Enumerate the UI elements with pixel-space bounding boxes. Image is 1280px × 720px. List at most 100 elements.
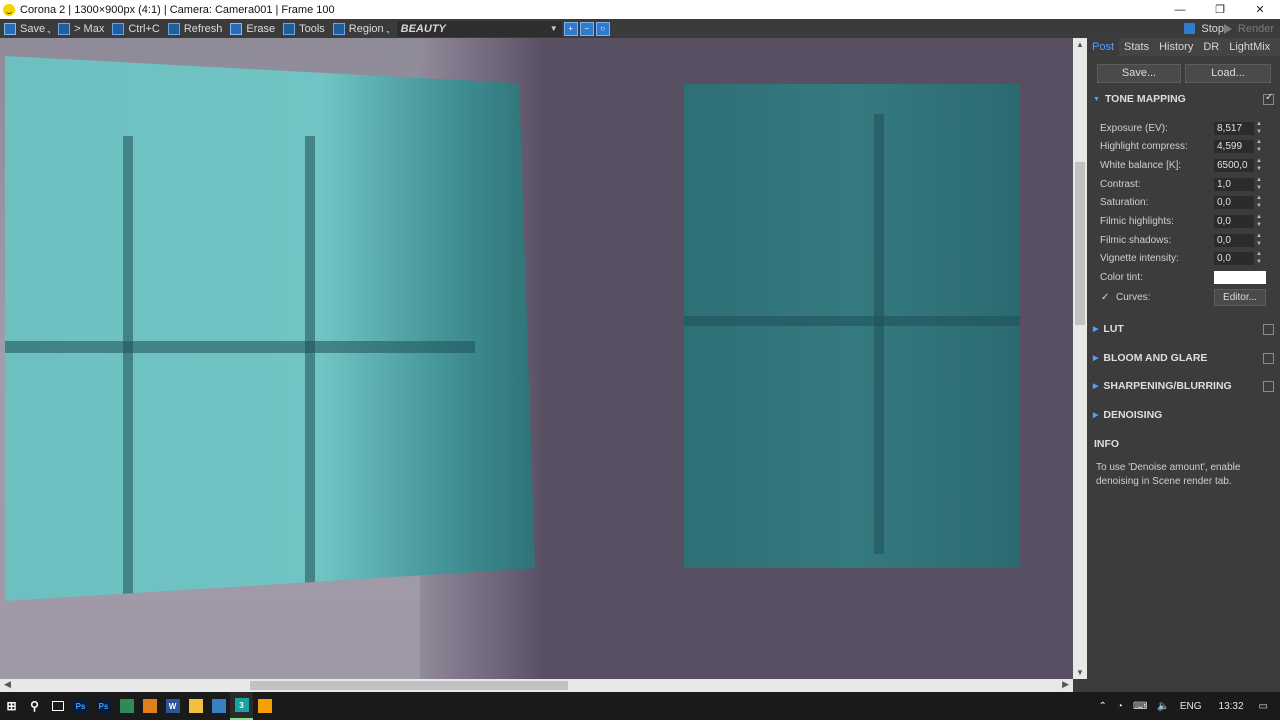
spinner-icon[interactable]: ▲ ▼	[1256, 157, 1262, 173]
spinner-icon[interactable]: ▲ ▼	[1256, 213, 1262, 229]
scroll-left-icon[interactable]: ◀	[4, 679, 11, 690]
window-title: Corona 2 | 1300×900px (4:1) | Camera: Ca…	[20, 3, 335, 16]
corona-icon[interactable]	[253, 692, 276, 720]
sharpening-header[interactable]: ▶ SHARPENING/BLURRING	[1093, 379, 1274, 393]
refresh-button[interactable]: Refresh	[164, 19, 227, 38]
minimize-button[interactable]: —	[1160, 0, 1200, 19]
horizontal-scroll-thumb[interactable]	[250, 681, 568, 690]
photoshop-icon[interactable]: Ps	[69, 692, 92, 720]
tools-button[interactable]: Tools	[279, 19, 329, 38]
render-pass-select[interactable]: BEAUTY ▼	[396, 20, 562, 37]
post-panel: Post Stats History DR LightMix Save... L…	[1087, 38, 1280, 692]
copy-button[interactable]: Ctrl+C	[108, 19, 163, 38]
spinner-icon[interactable]: ▲ ▼	[1256, 250, 1262, 266]
load-settings-button[interactable]: Load...	[1185, 64, 1271, 83]
tab-dr[interactable]: DR	[1198, 38, 1224, 56]
info-text: To use 'Denoise amount', enable denoisin…	[1096, 462, 1241, 487]
mullion	[5, 341, 475, 353]
tab-lightmix[interactable]: LightMix	[1224, 38, 1275, 56]
mullion	[684, 316, 1020, 326]
stop-button[interactable]: Stop	[1184, 19, 1224, 38]
contrast-field[interactable]: 1,0	[1214, 178, 1254, 191]
window-controls: — ❐ ✕	[1160, 0, 1280, 19]
volume-icon[interactable]: 🔈	[1157, 701, 1169, 712]
vignette-field[interactable]: 0,0	[1214, 252, 1254, 265]
task-view-icon[interactable]	[46, 692, 69, 720]
zoom-out-icon[interactable]: −	[579, 21, 594, 36]
horizontal-scrollbar[interactable]: ◀ ▶	[0, 679, 1073, 692]
bloom-glare-checkbox[interactable]	[1263, 352, 1274, 364]
start-button[interactable]: ⊞	[0, 692, 23, 720]
copy-icon	[112, 22, 125, 35]
vfb-toolbar: Save > Max Ctrl+C Refresh Erase Tools Re…	[0, 19, 1280, 38]
zoom-in-icon[interactable]: +	[563, 21, 578, 36]
app-blue-icon[interactable]	[207, 692, 230, 720]
word-icon[interactable]: W	[161, 692, 184, 720]
vertical-scroll-thumb[interactable]	[1075, 162, 1085, 325]
filmic-highlights-field[interactable]: 0,0	[1214, 215, 1254, 228]
color-tint-swatch[interactable]	[1214, 271, 1266, 284]
spinner-icon[interactable]: ▲ ▼	[1256, 176, 1262, 192]
erase-button[interactable]: Erase	[226, 19, 279, 38]
language-indicator[interactable]: ENG	[1180, 701, 1202, 712]
keyboard-icon[interactable]: ⌨	[1133, 701, 1147, 712]
vertical-scrollbar[interactable]: ▲ ▼	[1073, 38, 1087, 679]
filmic-shadows-field[interactable]: 0,0	[1214, 234, 1254, 247]
scroll-up-icon[interactable]: ▲	[1076, 40, 1084, 49]
save-button[interactable]: Save	[0, 19, 54, 38]
max-button[interactable]: > Max	[54, 19, 108, 38]
image-viewer-icon[interactable]	[115, 692, 138, 720]
3dsmax-icon[interactable]: 3	[230, 692, 253, 720]
white-balance-row: White balance [K]: 6500,0 ▲ ▼	[1100, 157, 1262, 173]
max-icon	[58, 22, 71, 35]
search-icon[interactable]: ⚲	[23, 692, 46, 720]
photoshop-icon-2[interactable]: Ps	[92, 692, 115, 720]
bloom-glare-header[interactable]: ▶ BLOOM AND GLARE	[1093, 351, 1274, 365]
tab-history[interactable]: History	[1154, 38, 1198, 56]
render-button[interactable]: Render	[1223, 19, 1274, 38]
spinner-icon[interactable]: ▲ ▼	[1256, 138, 1262, 154]
zoom-fit-icon[interactable]: ○	[595, 21, 610, 36]
scroll-down-icon[interactable]: ▼	[1076, 668, 1084, 677]
expand-triangle-icon: ▶	[1093, 383, 1099, 390]
denoising-header[interactable]: ▶ DENOISING	[1093, 408, 1274, 422]
tone-mapping-checkbox[interactable]	[1263, 92, 1274, 105]
expand-triangle-icon: ▶	[1093, 412, 1099, 419]
filmic-highlights-row: Filmic highlights: 0,0 ▲ ▼	[1100, 213, 1262, 229]
saturation-field[interactable]: 0,0	[1214, 196, 1254, 209]
tab-stats[interactable]: Stats	[1119, 38, 1154, 56]
curves-checkbox[interactable]: ✓	[1101, 292, 1111, 303]
spinner-icon[interactable]: ▲ ▼	[1256, 194, 1262, 210]
tab-post[interactable]: Post	[1087, 38, 1120, 56]
tools-icon	[283, 22, 296, 35]
spinner-icon[interactable]: ▲ ▼	[1256, 232, 1262, 248]
exposure-field[interactable]: 8,517	[1214, 122, 1254, 135]
save-settings-button[interactable]: Save...	[1097, 64, 1181, 83]
network-icon[interactable]: ◔	[1117, 701, 1123, 712]
app-orange-icon[interactable]	[138, 692, 161, 720]
notifications-icon[interactable]: ▭	[1259, 701, 1268, 712]
maximize-button[interactable]: ❐	[1200, 0, 1240, 19]
curves-editor-button[interactable]: Editor...	[1214, 289, 1266, 306]
spinner-icon[interactable]: ▲ ▼	[1256, 120, 1262, 136]
expand-triangle-icon: ▶	[1093, 355, 1099, 362]
sharpening-checkbox[interactable]	[1263, 380, 1274, 392]
mullion	[305, 136, 315, 596]
corona-app-icon	[3, 3, 15, 16]
lut-checkbox[interactable]	[1263, 323, 1274, 335]
highlight-compress-field[interactable]: 4,599	[1214, 140, 1254, 153]
lut-header[interactable]: ▶ LUT	[1093, 322, 1274, 336]
render-window-right	[684, 84, 1020, 568]
region-button[interactable]: Region	[329, 19, 393, 38]
scroll-right-icon[interactable]: ▶	[1062, 679, 1069, 690]
panel-tabs: Post Stats History DR LightMix	[1087, 38, 1280, 56]
tone-mapping-header[interactable]: ▼ TONE MAPPING	[1093, 92, 1274, 106]
white-balance-field[interactable]: 6500,0	[1214, 159, 1254, 172]
clock[interactable]: 13:32	[1219, 701, 1244, 712]
stop-icon	[1184, 23, 1196, 34]
render-viewport[interactable]	[0, 38, 1073, 679]
region-icon	[332, 22, 345, 35]
tray-chevron-up-icon[interactable]: ⌃	[1099, 701, 1107, 712]
file-explorer-icon[interactable]	[184, 692, 207, 720]
close-button[interactable]: ✕	[1240, 0, 1280, 19]
